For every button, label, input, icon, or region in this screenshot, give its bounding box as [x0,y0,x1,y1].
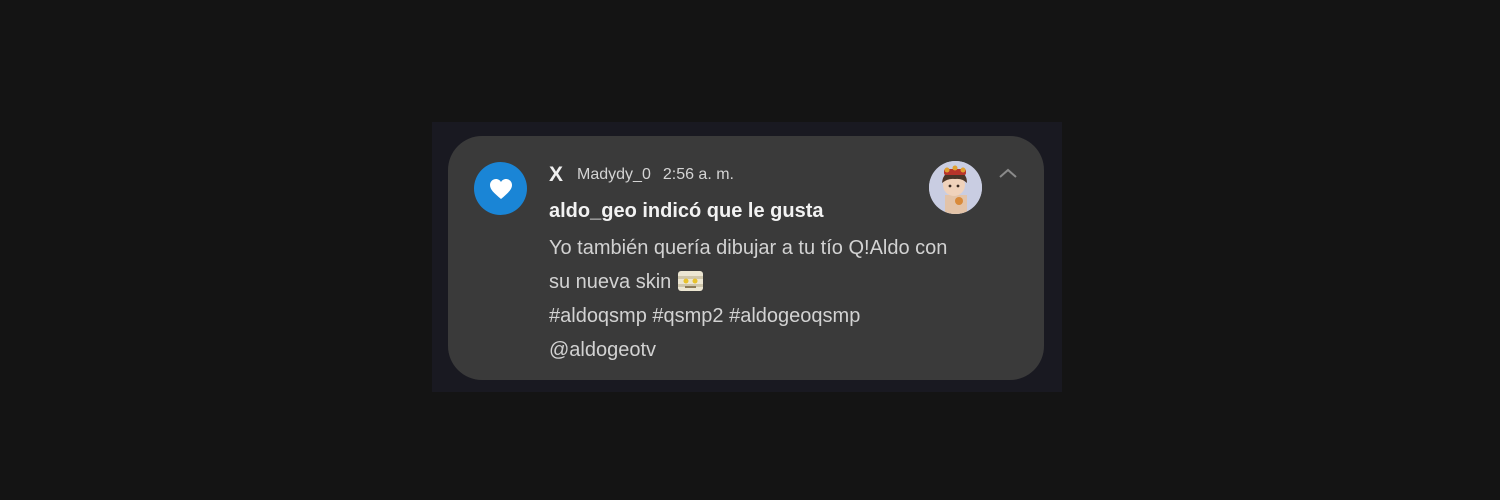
avatar-illustration [929,161,982,214]
notification-title: aldo_geo indicó que le gusta [549,200,824,222]
app-name: X [549,163,564,186]
timestamp: 2:56 a. m. [662,166,734,183]
expand-button[interactable] [995,162,1021,184]
hashtags: #aldoqsmp #qsmp2 #aldogeoqsmp [549,305,861,327]
body-line: Yo también quería dibujar a tu tío Q!Ald… [549,237,948,259]
body-line: su nueva skin [549,271,672,293]
username: Madydy_0 [577,166,651,183]
user-avatar[interactable] [929,161,982,214]
body-line-with-emoji: su nueva skin [549,265,1019,299]
chevron-up-icon [999,168,1017,178]
mummy-face-emoji [677,269,704,291]
app-icon [474,162,527,215]
mention: @aldogeotv [549,339,657,361]
notification-body: Yo también quería dibujar a tu tío Q!Ald… [549,231,1019,367]
notification-header: X Madydy_0 2:56 a. m. [549,160,734,190]
heart-icon [489,178,512,199]
